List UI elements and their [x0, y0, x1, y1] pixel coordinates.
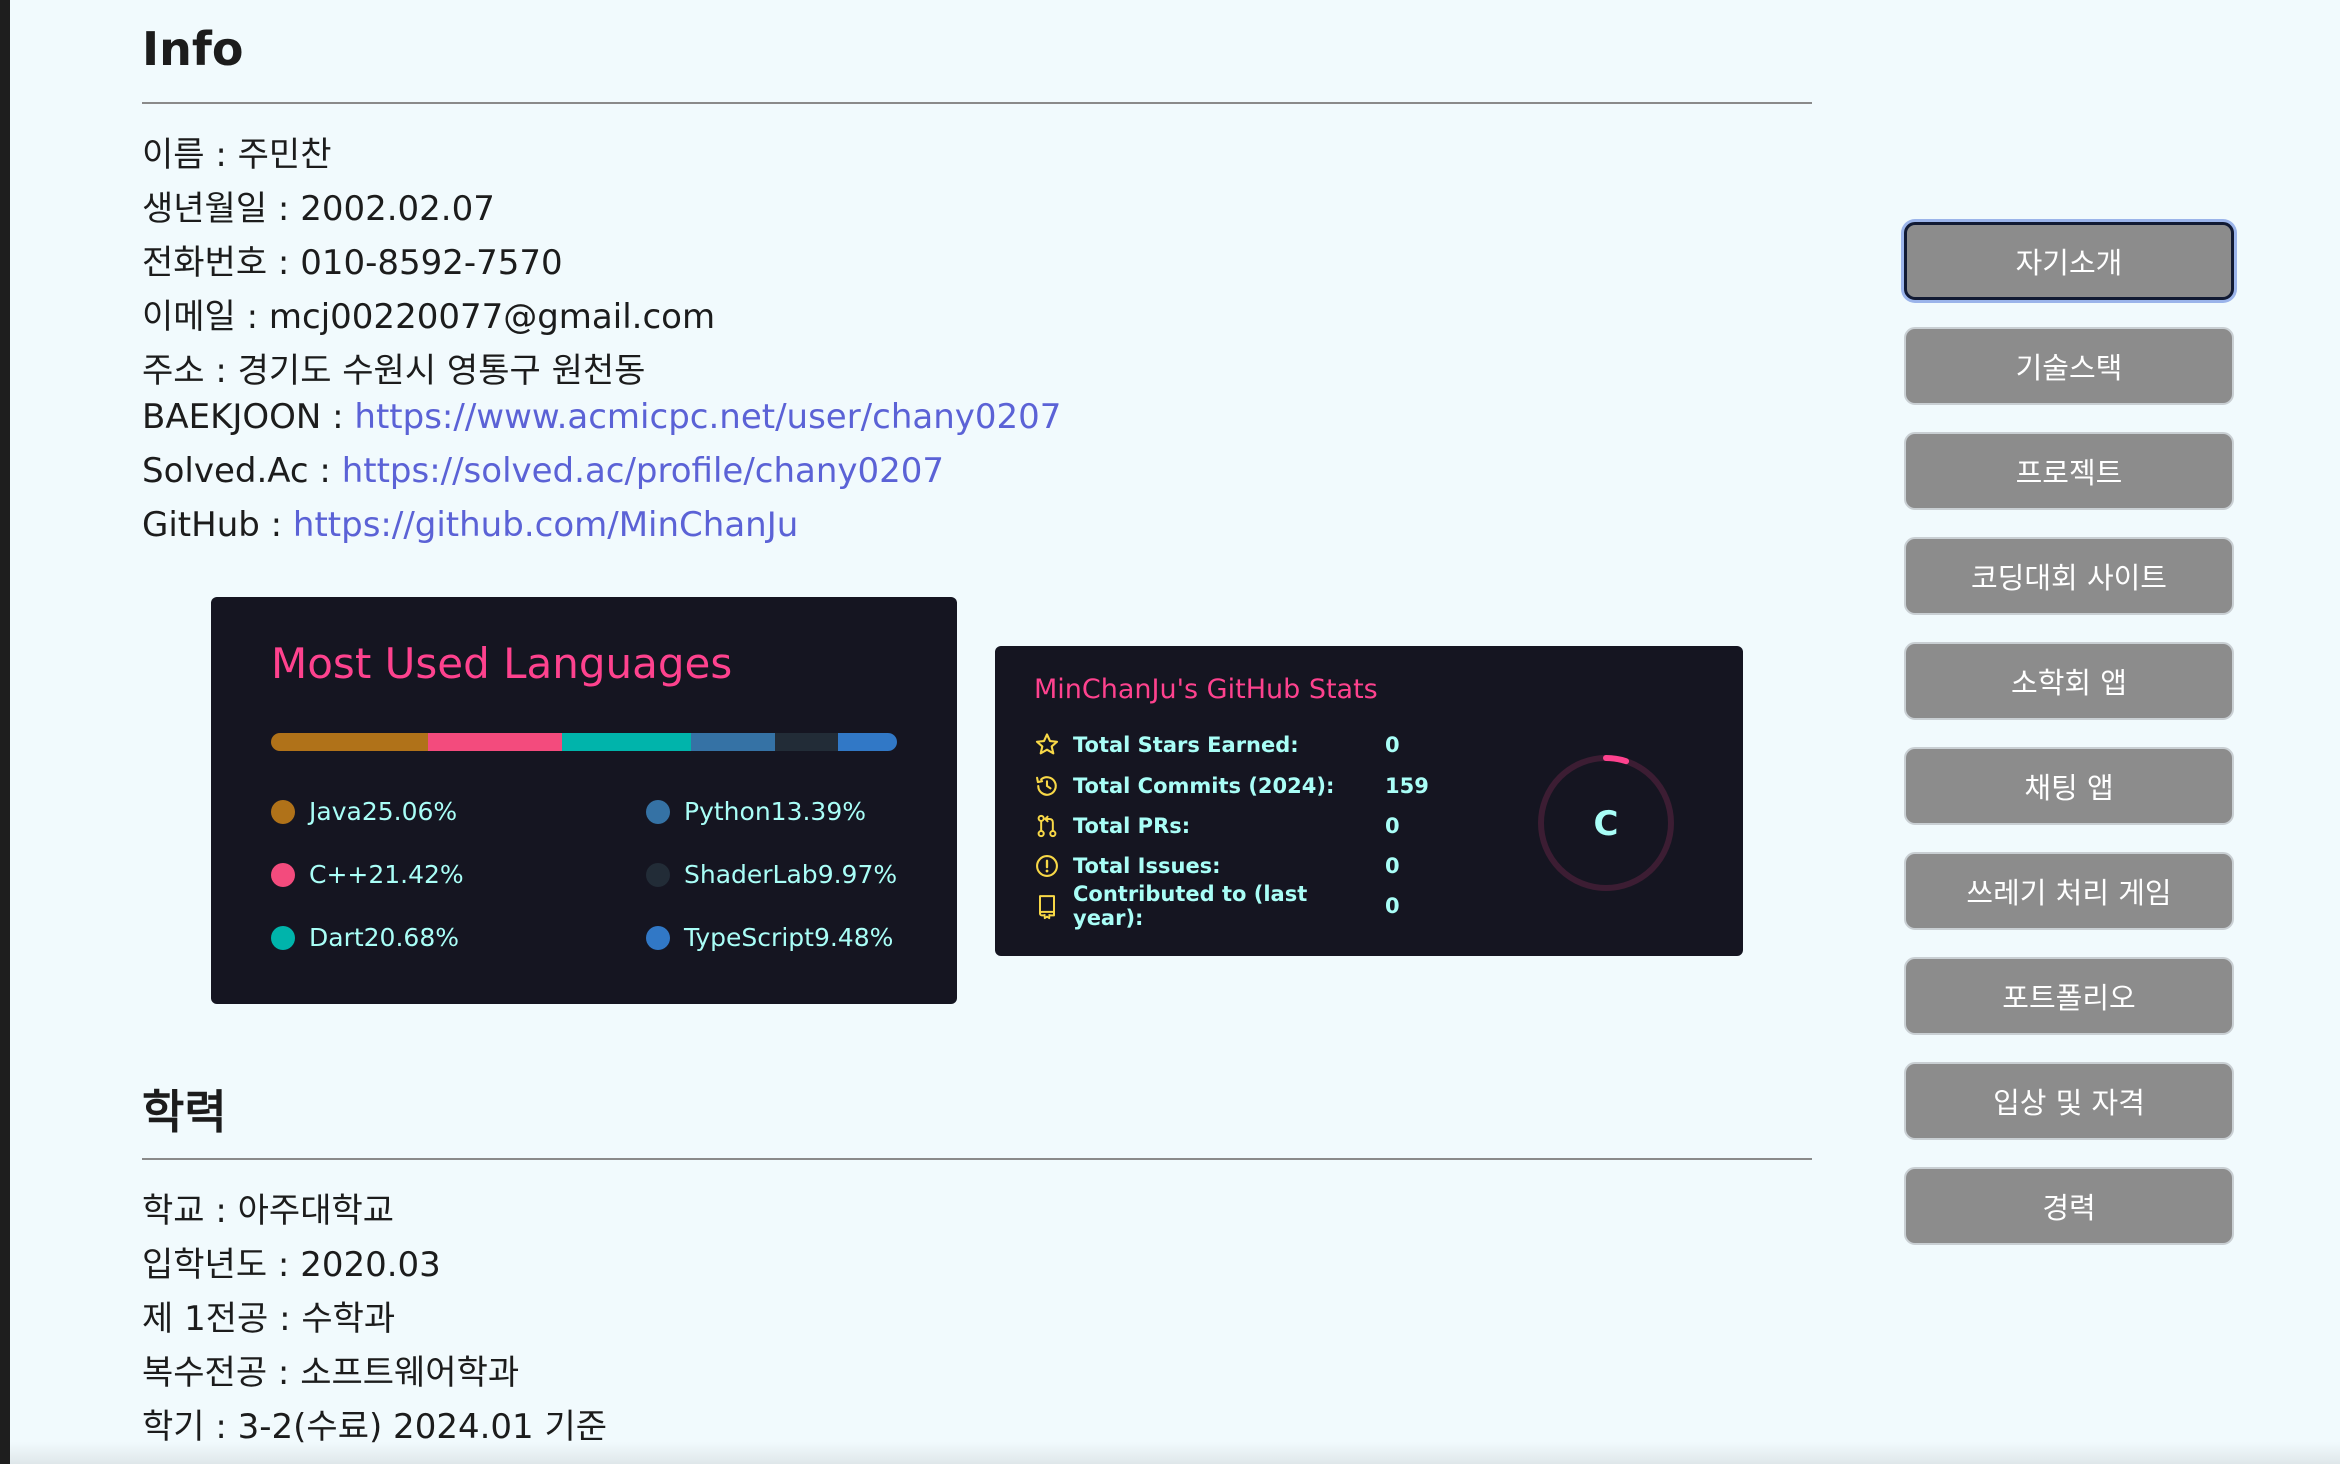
- stat-value: 0: [1385, 814, 1400, 838]
- window-edge: [0, 0, 10, 1464]
- info-birth: 생년월일 : 2002.02.07: [142, 189, 495, 229]
- stat-label: Contributed to (last year):: [1073, 882, 1308, 930]
- language-item: Dart 20.68%: [271, 923, 459, 952]
- nav-button-8[interactable]: 포트폴리오: [1904, 957, 2234, 1035]
- info-divider: [142, 102, 1812, 104]
- star-icon: [1035, 733, 1059, 755]
- language-name: C++: [309, 860, 369, 889]
- languages-card-title: Most Used Languages: [271, 639, 733, 688]
- language-name: Python: [684, 797, 771, 826]
- info-section-title: Info: [142, 22, 244, 76]
- nav-button-6[interactable]: 채팅 앱: [1904, 747, 2234, 825]
- edu-admission: 입학년도 : 2020.03: [142, 1245, 441, 1285]
- stat-value: 159: [1385, 774, 1429, 798]
- language-percent: 9.48%: [813, 923, 894, 952]
- language-name: ShaderLab: [684, 860, 818, 889]
- nav-button-7[interactable]: 쓰레기 처리 게임: [1904, 852, 2234, 930]
- stat-label: Total PRs:: [1073, 814, 1191, 838]
- language-item: Python 13.39%: [646, 797, 866, 826]
- stat-row-issues: Total Issues: 0: [1033, 851, 1400, 881]
- github-label: GitHub :: [142, 505, 293, 545]
- nav-button-1[interactable]: 자기소개: [1904, 222, 2234, 300]
- edu-double-major: 복수전공 : 소프트웨어학과: [142, 1353, 520, 1393]
- rank-letter: C: [1594, 804, 1619, 844]
- info-baekjoon: BAEKJOON : https://www.acmicpc.net/user/…: [142, 397, 1061, 437]
- stat-row-commits: Total Commits (2024): 159: [1033, 771, 1429, 801]
- languages-progress-bar: [271, 733, 897, 751]
- language-bar-segment: [271, 733, 428, 751]
- language-color-dot: [646, 925, 670, 950]
- repo-icon: [1039, 895, 1055, 920]
- language-color-dot: [646, 862, 670, 887]
- stat-row-contributed: Contributed to (last year): 0: [1033, 882, 1400, 930]
- nav-button-9[interactable]: 입상 및 자격: [1904, 1062, 2234, 1140]
- language-color-dot: [271, 862, 295, 887]
- language-bar-segment: [561, 733, 692, 751]
- baekjoon-link[interactable]: https://www.acmicpc.net/user/chany0207: [354, 397, 1061, 437]
- edu-school: 학교 : 아주대학교: [142, 1191, 395, 1231]
- language-name: Dart: [309, 923, 364, 952]
- language-bar-segment: [427, 733, 562, 751]
- info-address: 주소 : 경기도 수원시 영통구 원천동: [142, 351, 646, 391]
- language-color-dot: [271, 925, 295, 950]
- nav-button-10[interactable]: 경력: [1904, 1167, 2234, 1245]
- github-stats-card: MinChanJu's GitHub Stats Total Stars Ear…: [995, 646, 1743, 956]
- edu-semester: 학기 : 3-2(수료) 2024.01 기준: [142, 1407, 608, 1447]
- history-icon: [1036, 776, 1057, 796]
- language-bar-segment: [837, 733, 897, 751]
- language-percent: 25.06%: [361, 797, 458, 826]
- language-name: TypeScript: [684, 923, 814, 952]
- nav-button-3[interactable]: 프로젝트: [1904, 432, 2234, 510]
- edu-major: 제 1전공 : 수학과: [142, 1299, 396, 1339]
- most-used-languages-card: Most Used Languages Java 25.06% C++ 21.42…: [211, 597, 957, 1004]
- stat-label: Total Commits (2024):: [1073, 774, 1335, 798]
- language-item: TypeScript 9.48%: [646, 923, 893, 952]
- stat-value: 0: [1385, 894, 1400, 918]
- language-percent: 13.39%: [770, 797, 866, 826]
- github-link[interactable]: https://github.com/MinChanJu: [293, 505, 798, 545]
- language-item: ShaderLab 9.97%: [646, 860, 897, 889]
- language-percent: 9.97%: [817, 860, 898, 889]
- stat-value: 0: [1385, 854, 1400, 878]
- language-item: Java 25.06%: [271, 797, 457, 826]
- language-bar-segment: [691, 733, 776, 751]
- stat-row-prs: Total PRs: 0: [1033, 811, 1400, 841]
- solved-link[interactable]: https://solved.ac/profile/chany0207: [342, 451, 944, 491]
- nav-button-2[interactable]: 기술스택: [1904, 327, 2234, 405]
- language-color-dot: [646, 799, 670, 824]
- info-phone: 전화번호 : 010-8592-7570: [142, 243, 563, 283]
- info-email: 이메일 : mcj00220077@gmail.com: [142, 297, 716, 337]
- stat-label: Total Issues:: [1073, 854, 1221, 878]
- issue-icon: [1036, 855, 1058, 877]
- education-divider: [142, 1158, 1812, 1160]
- pull-request-icon: [1037, 814, 1057, 838]
- nav-button-4[interactable]: 코딩대회 사이트: [1904, 537, 2234, 615]
- language-bar-segment: [775, 733, 838, 751]
- language-color-dot: [271, 799, 295, 824]
- rank-circle: C: [1538, 755, 1674, 891]
- language-name: Java: [309, 797, 362, 826]
- stats-card-title: MinChanJu's GitHub Stats: [1034, 674, 1378, 705]
- language-percent: 20.68%: [363, 923, 459, 952]
- nav-button-5[interactable]: 소학회 앱: [1904, 642, 2234, 720]
- stat-label: Total Stars Earned:: [1073, 733, 1299, 757]
- solved-label: Solved.Ac :: [142, 451, 342, 491]
- language-item: C++ 21.42%: [271, 860, 464, 889]
- baekjoon-label: BAEKJOON :: [142, 397, 355, 437]
- info-name: 이름 : 주민찬: [142, 135, 332, 175]
- bottom-fade: [10, 1442, 2340, 1464]
- stat-row-stars: Total Stars Earned: 0: [1033, 730, 1400, 760]
- info-github: GitHub : https://github.com/MinChanJu: [142, 505, 798, 545]
- stat-value: 0: [1385, 733, 1400, 757]
- education-section-title: 학력: [142, 1085, 227, 1139]
- info-solved: Solved.Ac : https://solved.ac/profile/ch…: [142, 451, 944, 491]
- language-percent: 21.42%: [368, 860, 464, 889]
